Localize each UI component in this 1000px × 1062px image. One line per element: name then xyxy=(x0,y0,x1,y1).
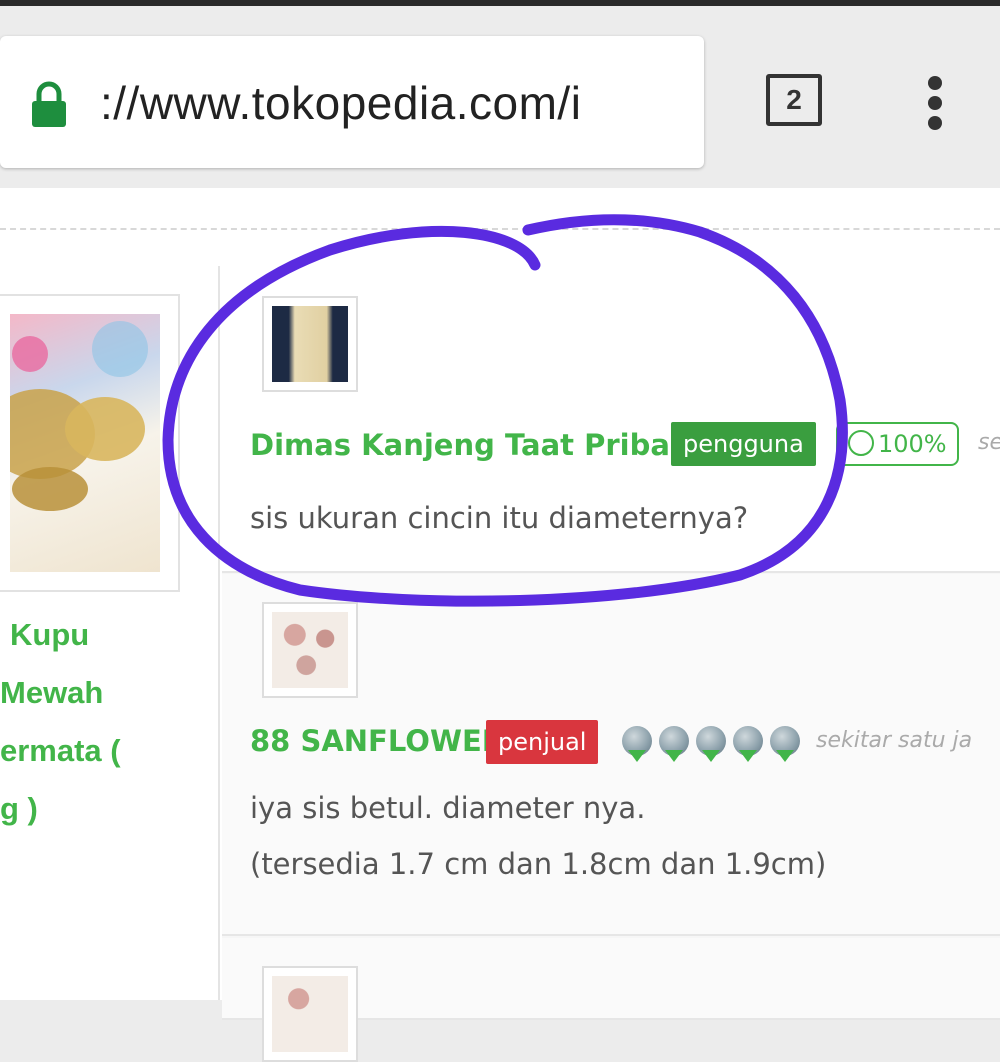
product-name-line: g ) xyxy=(0,791,38,826)
username-link[interactable]: 88 SANFLOWER xyxy=(250,724,504,758)
product-name-line: ermata ( xyxy=(0,733,121,768)
browser-toolbar: ://www.tokopedia.com/i 2 xyxy=(0,6,1000,188)
comment-item: Dimas Kanjeng Taat Pribadi pengguna 100%… xyxy=(222,266,1000,573)
product-panel: Kupu Mewah ermata ( g ) xyxy=(0,266,220,1000)
medal-icon xyxy=(622,726,652,762)
username-link[interactable]: Dimas Kanjeng Taat Pribadi xyxy=(250,428,701,462)
url-text[interactable]: ://www.tokopedia.com/i xyxy=(100,76,581,130)
menu-icon[interactable] xyxy=(920,76,950,132)
avatar[interactable] xyxy=(262,602,358,698)
role-badge: penjual xyxy=(486,720,599,764)
comment-item xyxy=(222,938,1000,1062)
medal-icon xyxy=(696,726,726,762)
avatar[interactable] xyxy=(262,966,358,1062)
medal-icon xyxy=(659,726,689,762)
reputation-badge: 100% xyxy=(836,422,959,466)
comment-item: 88 SANFLOWER penjual sekitar satu ja iya… xyxy=(222,574,1000,936)
seller-reputation-medals xyxy=(622,726,807,762)
medal-icon xyxy=(733,726,763,762)
product-image[interactable] xyxy=(0,294,180,592)
page-content: Kupu Mewah ermata ( g ) Dimas Kanjeng Ta… xyxy=(0,188,1000,1062)
reputation-value: 100% xyxy=(878,430,947,458)
butterfly-ring-image xyxy=(10,321,148,511)
smile-icon xyxy=(848,430,874,456)
divider xyxy=(0,228,1000,230)
comment-message-line: iya sis betul. diameter nya. xyxy=(250,791,646,825)
product-name-line: Kupu xyxy=(10,617,90,652)
timestamp: sekitar satu ja xyxy=(816,728,973,753)
avatar[interactable] xyxy=(262,296,358,392)
address-bar[interactable]: ://www.tokopedia.com/i xyxy=(0,36,704,168)
comment-message: sis ukuran cincin itu diameternya? xyxy=(250,501,749,535)
product-name-line: Mewah xyxy=(0,675,104,710)
medal-icon xyxy=(770,726,800,762)
tab-switcher-button[interactable]: 2 xyxy=(766,74,822,126)
lock-icon xyxy=(32,81,66,127)
role-badge: pengguna xyxy=(671,422,816,466)
timestamp: se xyxy=(978,430,1000,455)
product-name[interactable]: Kupu Mewah ermata ( g ) xyxy=(0,606,210,838)
discussion-panel: Dimas Kanjeng Taat Pribadi pengguna 100%… xyxy=(222,266,1000,1062)
comment-message-line: (tersedia 1.7 cm dan 1.8cm dan 1.9cm) xyxy=(250,847,827,881)
